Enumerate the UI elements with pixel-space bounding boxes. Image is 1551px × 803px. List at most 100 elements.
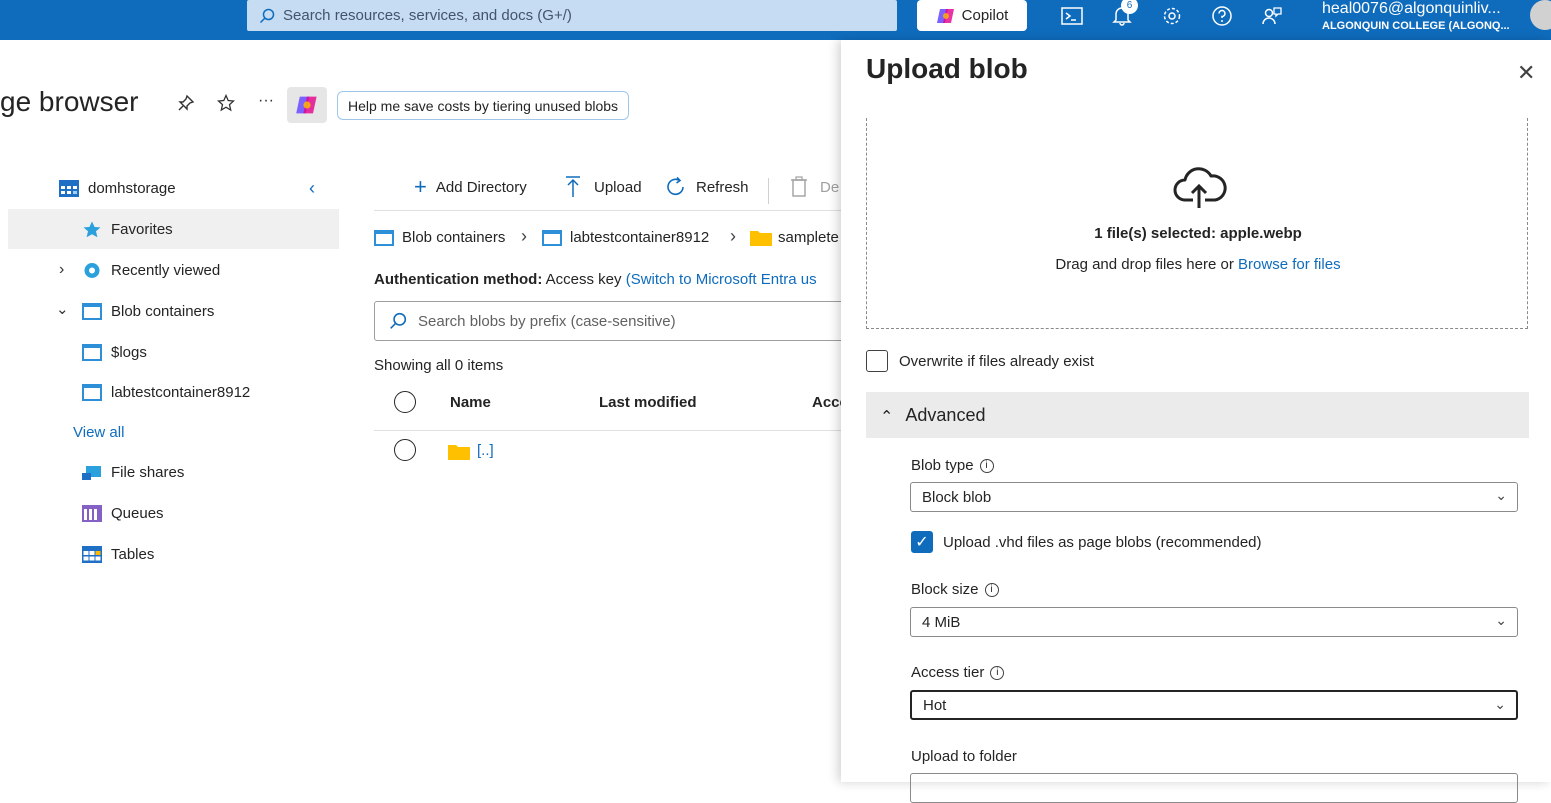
copilot-icon <box>296 96 317 114</box>
close-icon[interactable]: ✕ <box>1517 60 1535 86</box>
toolbar-divider-line <box>374 210 844 211</box>
blob-type-select[interactable]: Block blob ⌄ <box>910 482 1518 512</box>
upload-icon <box>566 176 580 197</box>
tree-storage-account[interactable]: domhstorage <box>59 180 176 197</box>
star-icon[interactable] <box>216 93 236 117</box>
row-select-radio[interactable] <box>394 439 416 461</box>
panel-title: Upload blob <box>866 53 1028 84</box>
queues-label: Queues <box>111 505 164 522</box>
breadcrumb-separator-icon: › <box>521 226 527 246</box>
tree-item-file-shares[interactable]: File shares <box>82 464 184 481</box>
chevron-right-icon[interactable]: › <box>59 261 64 279</box>
page-title: ge browser <box>0 86 139 117</box>
upload-button[interactable]: Upload <box>565 176 642 198</box>
toolbar-divider <box>768 178 769 204</box>
copilot-assist-button[interactable] <box>287 87 327 123</box>
breadcrumb-folder[interactable]: samplete <box>750 229 839 246</box>
vhd-page-blob-label: Upload .vhd files as page blobs (recomme… <box>943 534 1262 551</box>
tree-item-favorites-row[interactable] <box>8 209 339 249</box>
drag-drop-label: Drag and drop files here <box>1055 256 1217 273</box>
account-user: heal0076@algonquinliv... <box>1322 0 1501 17</box>
gear-icon[interactable] <box>1159 4 1185 28</box>
or-label: or <box>1220 256 1234 273</box>
blob-type-value: Block blob <box>922 488 992 506</box>
info-icon[interactable]: i <box>979 459 994 474</box>
storage-account-name: domhstorage <box>88 180 176 197</box>
global-search-input[interactable]: Search resources, services, and docs (G+… <box>247 0 897 31</box>
container-name: labtestcontainer8912 <box>111 384 251 401</box>
account-org: ALGONQUIN COLLEGE (ALGONQ... <box>1322 20 1510 32</box>
switch-auth-link[interactable]: (Switch to Microsoft Entra us <box>626 271 817 288</box>
parent-folder-link[interactable]: [..] <box>477 442 494 459</box>
chevron-down-icon: ⌄ <box>1495 487 1507 503</box>
collapse-tree-icon[interactable]: ‹ <box>309 178 315 199</box>
help-icon[interactable] <box>1209 4 1235 28</box>
tree-item-tables[interactable]: Tables <box>82 546 154 563</box>
block-size-select[interactable]: 4 MiB ⌄ <box>910 607 1518 637</box>
account-menu[interactable]: heal0076@algonquinliv... ALGONQUIN COLLE… <box>1322 0 1510 32</box>
file-share-icon <box>82 466 101 480</box>
file-shares-label: File shares <box>111 464 185 481</box>
blob-container-icon <box>542 229 562 246</box>
breadcrumb-container[interactable]: labtestcontainer8912 <box>542 229 709 246</box>
breadcrumb-blob-containers[interactable]: Blob containers <box>374 229 505 246</box>
blob-containers-label: Blob containers <box>111 303 215 320</box>
info-icon[interactable]: i <box>984 583 999 598</box>
tree-item-blob-containers[interactable]: Blob containers <box>82 303 214 320</box>
upload-label: Upload <box>594 178 642 196</box>
queue-icon <box>82 505 102 522</box>
blob-type-label-text: Blob type <box>911 457 974 474</box>
vhd-page-blob-checkbox[interactable]: ✓ <box>911 531 933 553</box>
tree-item-queues[interactable]: Queues <box>82 505 164 522</box>
advanced-section-toggle[interactable]: ⌄ Advanced <box>866 392 1529 438</box>
table-header-divider <box>374 430 844 431</box>
access-tier-select[interactable]: Hot ⌄ <box>910 690 1518 720</box>
add-directory-label: Add Directory <box>435 178 527 196</box>
column-header-last-modified[interactable]: Last modified <box>599 394 697 411</box>
selected-files-text: 1 file(s) selected: apple.webp <box>1094 225 1302 242</box>
refresh-button[interactable]: Refresh <box>665 176 749 198</box>
tree-item-labtestcontainer[interactable]: labtestcontainer8912 <box>82 384 250 401</box>
blob-type-label: Blob type i <box>911 457 994 474</box>
save-costs-suggestion-button[interactable]: Help me save costs by tiering unused blo… <box>337 91 630 120</box>
upload-folder-input[interactable] <box>910 773 1518 803</box>
feedback-icon[interactable] <box>1259 4 1285 28</box>
advanced-label: Advanced <box>905 404 986 425</box>
more-icon[interactable]: ··· <box>258 92 274 110</box>
pin-icon[interactable] <box>177 94 195 117</box>
notification-badge: 6 <box>1121 0 1138 14</box>
chevron-down-icon[interactable]: ⌄ <box>56 300 69 318</box>
access-tier-value: Hot <box>923 696 947 714</box>
breadcrumb-separator-icon: › <box>730 226 736 246</box>
browse-files-link[interactable]: Browse for files <box>1238 256 1341 273</box>
file-drop-zone[interactable]: 1 file(s) selected: apple.webp Drag and … <box>866 118 1528 329</box>
storage-account-icon <box>59 180 79 197</box>
plus-icon: + <box>414 174 427 199</box>
select-all-radio[interactable] <box>394 391 416 413</box>
delete-label: De <box>820 178 840 196</box>
cloud-upload-icon <box>1173 167 1227 208</box>
avatar[interactable] <box>1530 0 1551 30</box>
tree-item-logs[interactable]: $logs <box>82 344 147 361</box>
view-all-link[interactable]: View all <box>73 424 124 441</box>
favorites-label: Favorites <box>111 221 173 238</box>
info-icon[interactable]: i <box>990 666 1005 681</box>
overwrite-checkbox[interactable] <box>866 350 888 372</box>
tree-item-recently-viewed[interactable]: Recently viewed <box>82 262 220 279</box>
delete-button[interactable]: De <box>790 176 839 198</box>
copilot-icon <box>936 8 954 23</box>
chevron-down-icon: ⌄ <box>1495 612 1507 628</box>
folder-icon <box>750 231 772 246</box>
tree-item-favorites[interactable]: Favorites <box>82 221 173 238</box>
top-bar: Search resources, services, and docs (G+… <box>0 0 1551 40</box>
breadcrumb-label: labtestcontainer8912 <box>570 229 710 246</box>
blob-search-input[interactable]: Search blobs by prefix (case-sensitive) <box>374 301 854 341</box>
column-header-name[interactable]: Name <box>450 394 491 411</box>
blob-container-icon <box>82 344 102 361</box>
add-directory-button[interactable]: + Add Directory <box>414 176 527 198</box>
cloud-shell-icon[interactable] <box>1059 4 1085 28</box>
blob-container-icon <box>82 384 102 401</box>
chevron-down-icon: ⌄ <box>1494 696 1506 712</box>
copilot-button[interactable]: Copilot <box>917 0 1027 31</box>
checkmark-icon: ✓ <box>915 534 929 551</box>
